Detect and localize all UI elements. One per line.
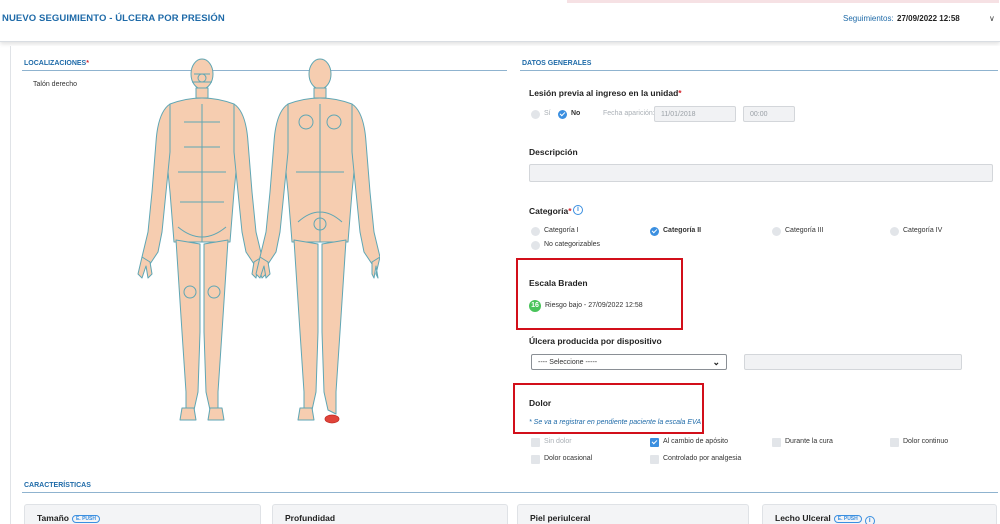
lecho-ulceral-card[interactable]: Lecho Ulceral E. PUSH i xyxy=(762,504,997,524)
escala-braden-highlight xyxy=(516,258,683,330)
sin-dolor-label: Sin dolor xyxy=(544,438,572,445)
ulcera-dispositivo-text[interactable] xyxy=(744,354,962,370)
fecha-aparicion-input[interactable]: 11/01/2018 xyxy=(654,106,736,122)
seguimientos-value: 27/09/2022 12:58 xyxy=(897,14,960,23)
chevron-down-icon[interactable]: ⌄ xyxy=(712,357,720,368)
controlado-analgesia-checkbox[interactable] xyxy=(650,455,659,464)
body-map[interactable] xyxy=(120,52,380,432)
lesion-previa-si-radio[interactable] xyxy=(531,110,540,119)
datos-generales-heading: DATOS GENERALES xyxy=(522,60,592,67)
caracteristicas-heading: CARACTERÍSTICAS xyxy=(24,482,91,489)
no-categorizables-radio[interactable] xyxy=(531,241,540,250)
tamano-card[interactable]: Tamaño E. PUSH xyxy=(24,504,261,524)
lesion-previa-label: Lesión previa al ingreso en la unidad* xyxy=(529,88,682,98)
categoria-iii-radio[interactable] xyxy=(772,227,781,236)
fecha-aparicion-label: Fecha aparición: xyxy=(603,110,655,117)
durante-cura-checkbox[interactable] xyxy=(772,438,781,447)
no-categorizables-label: No categorizables xyxy=(544,241,601,248)
top-bar: NUEVO SEGUIMIENTO - ÚLCERA POR PRESIÓN S… xyxy=(0,0,1000,42)
info-icon[interactable]: i xyxy=(864,516,875,524)
categoria-ii-label: Categoría II xyxy=(663,227,702,234)
al-cambio-aposito-label: Al cambio de apósito xyxy=(663,438,728,445)
piel-periulceral-card[interactable]: Piel periulceral xyxy=(517,504,749,524)
seguimientos-label: Seguimientos: xyxy=(843,14,894,23)
info-icon[interactable]: i xyxy=(573,205,583,215)
localizaciones-heading: LOCALIZACIONES* xyxy=(24,60,89,67)
lesion-marker-right-heel[interactable] xyxy=(324,414,340,424)
dolor-continuo-label: Dolor continuo xyxy=(903,438,949,445)
body-front-figure[interactable] xyxy=(137,58,267,421)
tamano-label: Tamaño xyxy=(37,513,69,523)
dolor-ocasional-label: Dolor ocasional xyxy=(544,455,593,462)
profundidad-label: Profundidad xyxy=(285,513,336,523)
selected-location: Talón derecho xyxy=(33,81,77,88)
categoria-iv-radio[interactable] xyxy=(890,227,899,236)
caracteristicas-divider xyxy=(22,492,998,493)
dolor-ocasional-checkbox[interactable] xyxy=(531,455,540,464)
controlado-analgesia-label: Controlado por analgesia xyxy=(663,455,742,462)
ulcera-dispositivo-select[interactable]: ---- Seleccione ----- ⌄ xyxy=(531,354,727,370)
piel-periulceral-label: Piel periulceral xyxy=(530,513,591,523)
descripcion-label: Descripción xyxy=(529,147,578,157)
seguimientos-select[interactable]: 27/09/2022 12:58 ∨ xyxy=(893,8,999,29)
push-badge[interactable]: E. PUSH xyxy=(833,515,862,523)
ulcera-dispositivo-label: Úlcera producida por dispositivo xyxy=(529,336,662,346)
escala-braden-label: Escala Braden xyxy=(529,278,588,288)
alert-strip xyxy=(567,0,999,3)
lesion-previa-no-label: No xyxy=(571,110,581,117)
categoria-label: Categoría* xyxy=(529,206,572,216)
al-cambio-aposito-checkbox[interactable] xyxy=(650,438,659,447)
profundidad-card[interactable]: Profundidad xyxy=(272,504,508,524)
datos-generales-divider xyxy=(520,70,998,71)
durante-cura-label: Durante la cura xyxy=(785,438,833,445)
page-title: NUEVO SEGUIMIENTO - ÚLCERA POR PRESIÓN xyxy=(2,13,225,24)
lesion-previa-no-radio[interactable] xyxy=(558,110,567,119)
lesion-previa-si-label: Sí xyxy=(544,110,551,117)
categoria-i-label: Categoría I xyxy=(544,227,579,234)
chevron-down-icon[interactable]: ∨ xyxy=(989,14,995,23)
braden-score-badge: 16 xyxy=(529,300,541,312)
hora-aparicion-input[interactable]: 00:00 xyxy=(743,106,795,122)
lecho-ulceral-label: Lecho Ulceral xyxy=(775,513,831,523)
body-back-figure[interactable] xyxy=(255,58,380,421)
dolor-label: Dolor xyxy=(529,398,552,408)
categoria-i-radio[interactable] xyxy=(531,227,540,236)
dolor-continuo-checkbox[interactable] xyxy=(890,438,899,447)
push-badge[interactable]: E. PUSH xyxy=(71,515,100,523)
categoria-ii-radio[interactable] xyxy=(650,227,659,236)
braden-risk-text: Riesgo bajo - 27/09/2022 12:58 xyxy=(545,302,643,309)
dolor-note: * Se va a registrar en pendiente pacient… xyxy=(529,419,701,426)
sin-dolor-checkbox[interactable] xyxy=(531,438,540,447)
categoria-iii-label: Categoría III xyxy=(785,227,824,234)
descripcion-input[interactable] xyxy=(529,164,993,182)
dolor-highlight xyxy=(513,383,704,434)
categoria-iv-label: Categoría IV xyxy=(903,227,943,234)
